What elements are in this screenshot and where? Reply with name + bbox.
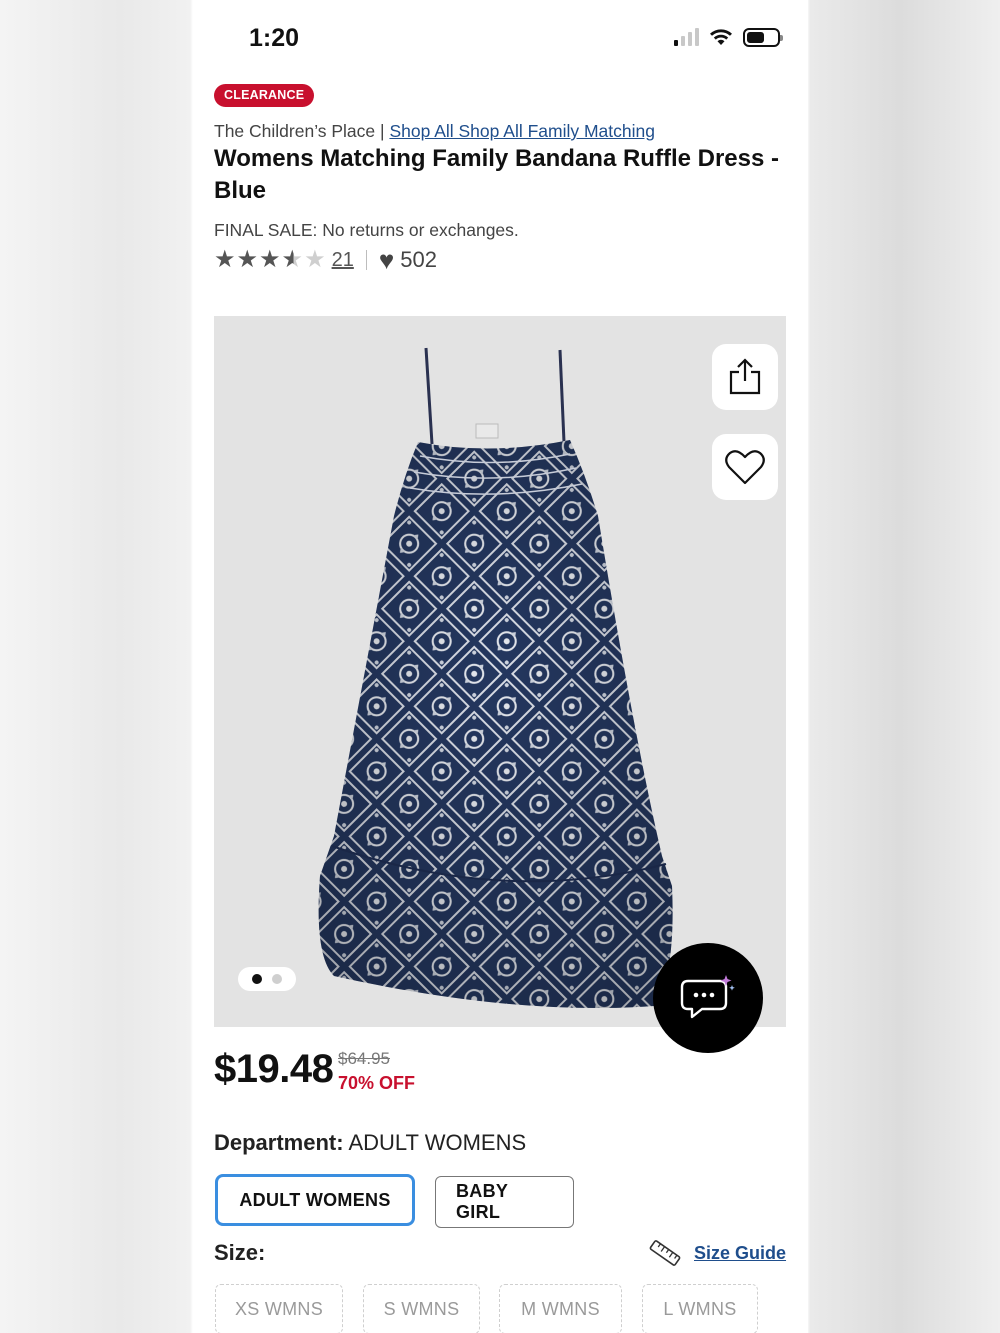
favorites-count: 502 (400, 247, 437, 272)
divider (365, 250, 367, 270)
discount-label: 70% OFF (338, 1073, 416, 1093)
status-time: 1:20 (249, 24, 300, 52)
product-image (318, 347, 673, 1008)
share-icon (729, 358, 761, 395)
brand-name: The Children’s Place (214, 121, 376, 141)
department-option-adult-womens[interactable]: ADULT WOMENS (215, 1174, 415, 1226)
empty-star-icon: ★ (304, 246, 326, 273)
brand-line: The Children’s Place | Shop All Shop All… (214, 121, 655, 142)
battery-icon (743, 27, 783, 47)
chat-assistant-button[interactable] (653, 943, 763, 1053)
product-title: Womens Matching Family Bandana Ruffle Dr… (214, 145, 779, 204)
size-guide-link[interactable]: Size Guide (648, 1240, 786, 1266)
wifi-icon (710, 29, 732, 45)
sale-price: $19.48 (214, 1047, 334, 1091)
carousel-indicator[interactable] (238, 967, 296, 991)
status-icons (674, 27, 783, 47)
carousel-dot[interactable] (272, 974, 282, 984)
add-to-wishlist-button[interactable] (712, 434, 778, 500)
cellular-signal-icon (674, 28, 699, 46)
size-option-xs[interactable]: XS WMNS (215, 1284, 343, 1333)
department-selected-value: ADULT WOMENS (348, 1130, 527, 1155)
size-option-l[interactable]: L WMNS (642, 1284, 758, 1333)
half-star-icon: ★ (281, 246, 304, 273)
brand-separator: | (375, 121, 390, 141)
department-label: Department: ADULT WOMENS (214, 1130, 526, 1156)
share-button[interactable] (712, 344, 778, 410)
size-option-s[interactable]: S WMNS (363, 1284, 480, 1333)
size-guide-label[interactable]: Size Guide (694, 1243, 786, 1264)
star-icon: ★ (236, 246, 259, 273)
heart-icon: ♥ (378, 245, 395, 275)
ruler-icon (649, 1240, 681, 1266)
chat-sparkle-icon (680, 975, 735, 1019)
clearance-badge: CLEARANCE (214, 84, 315, 107)
rating-row: ★ ★ ★ ★ ★ 21 ♥ 502 (214, 245, 437, 275)
carousel-dot-active[interactable] (252, 974, 262, 984)
review-count-link[interactable]: 21 (332, 249, 354, 272)
star-icon: ★ (214, 246, 236, 273)
product-image-carousel[interactable] (214, 316, 786, 1027)
final-sale-notice: FINAL SALE: No returns or exchanges. (214, 220, 519, 240)
original-price: $64.95 (338, 1049, 390, 1068)
category-link[interactable]: Shop All Shop All Family Matching (389, 121, 655, 141)
heart-outline-icon (725, 450, 765, 485)
department-option-baby-girl[interactable]: BABY GIRL (435, 1176, 574, 1228)
size-label: Size: (214, 1240, 266, 1265)
star-icon: ★ (259, 246, 281, 273)
star-rating[interactable]: ★ ★ ★ ★ ★ (214, 248, 326, 272)
phone-screen: 1:20 CLEARANCE The Children’s Place | Sh… (193, 0, 808, 1333)
size-option-m[interactable]: M WMNS (499, 1284, 622, 1333)
department-heading: Department: (214, 1130, 344, 1155)
